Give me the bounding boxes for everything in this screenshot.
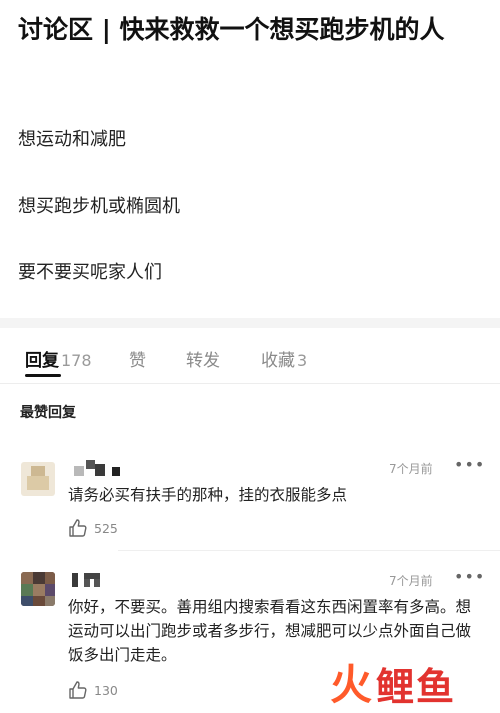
tab-label: 回复 [25,351,59,371]
username-pixel [95,464,105,476]
like-count: 130 [94,683,118,698]
watermark-fire-glyph: 火 [330,660,373,709]
avatar-pixel [45,584,55,596]
divider [118,550,500,551]
tab-replies[interactable]: 回复 178 [25,346,92,371]
comment-text: 请务必买有扶手的那种，挂的衣服能多点 [68,486,348,504]
avatar-pixel [33,572,45,584]
tab-label: 赞 [129,351,146,371]
username-pixel [86,460,95,469]
post-title: 讨论区 | 快来救救一个想买跑步机的人 [18,15,445,44]
active-tab-indicator [25,374,61,377]
like-button[interactable]: 130 [68,680,138,702]
avatar-pixel [21,572,33,584]
avatar-pixel [45,572,55,584]
tab-label: 收藏 [261,351,295,371]
section-separator [0,318,500,328]
thumbs-up-icon [69,519,87,537]
username-pixel [74,466,84,476]
username-pixel [84,579,90,587]
avatar-pixel [45,596,55,606]
comment-text: 你好，不要买。善用组内搜索看看这东西闲置率有多高。想运动可以出门跑步或者多步行，… [68,598,472,664]
tab-favorites[interactable]: 收藏 3 [261,346,307,371]
avatar-pixel [31,466,45,476]
avatar-pixel [21,596,33,606]
username-pixel [72,573,78,587]
like-count: 525 [94,521,118,536]
tab-count: 178 [61,351,92,370]
like-button[interactable]: 525 [68,518,138,540]
avatar-pixel [33,584,45,596]
comment-time: 7个月前 [389,574,433,588]
tab-bar: 回复 178 赞 转发 收藏 3 [0,340,500,386]
divider [0,383,500,384]
username-pixel [112,467,120,476]
thumbs-up-icon [69,681,87,699]
avatar-pixel [21,584,33,596]
tab-reposts[interactable]: 转发 [186,346,220,371]
more-options-icon[interactable]: ••• [454,567,485,586]
tab-likes[interactable]: 赞 [129,346,146,371]
post-body-line: 想买跑步机或椭圆机 [18,196,180,217]
username-pixel [94,579,100,587]
username-pixelated[interactable] [72,569,112,589]
avatar[interactable] [21,462,55,496]
more-options-icon[interactable]: ••• [454,455,485,474]
watermark-text: 鲤鱼 [376,665,457,709]
tab-label: 转发 [186,351,220,371]
sort-label: 最赞回复 [20,405,76,421]
username-pixelated[interactable] [72,458,132,478]
avatar[interactable] [21,572,55,606]
post-body-line: 想运动和减肥 [18,129,126,150]
comment-time: 7个月前 [389,462,433,476]
avatar-pixel [33,596,45,606]
post-body-line: 要不要买呢家人们 [18,262,162,283]
tab-count: 3 [297,351,308,370]
avatar-pixel [27,476,49,490]
watermark-logo: 火 鲤鱼 [330,660,500,713]
